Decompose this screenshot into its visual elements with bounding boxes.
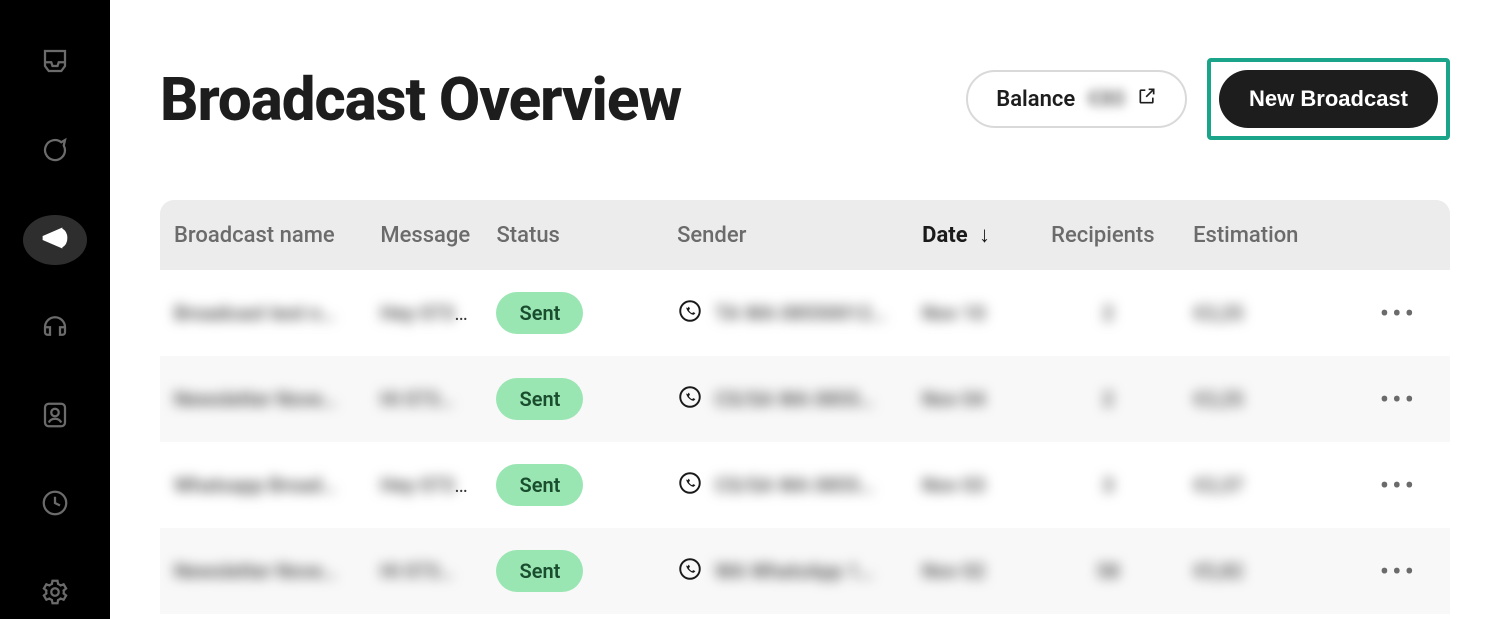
header-actions: Balance €80 New Broadcast	[966, 58, 1450, 140]
cell-sender: CS/SA WA 0855…	[663, 442, 908, 528]
new-broadcast-highlight: New Broadcast	[1207, 58, 1450, 140]
nav-settings[interactable]	[23, 569, 87, 619]
cell-date: Nov 03	[908, 442, 1037, 528]
sidebar	[0, 0, 110, 619]
whatsapp-icon	[677, 298, 703, 329]
headset-icon	[40, 311, 70, 345]
whatsapp-icon	[677, 384, 703, 415]
broadcast-icon	[40, 223, 70, 257]
table-row[interactable]: Newsletter Nove…Hi 073… Sent WA WhatsApp 1…	[160, 528, 1450, 614]
inbox-icon	[40, 46, 70, 80]
row-actions-button[interactable]: •••	[1347, 528, 1450, 614]
cell-sender: TA WA 08550012…	[663, 270, 908, 356]
nav-contacts[interactable]	[23, 392, 87, 442]
cell-estimation: €3,25	[1179, 356, 1347, 442]
col-date-label: Date	[922, 223, 967, 248]
cell-estimation: €5,82	[1179, 528, 1347, 614]
external-link-icon	[1137, 86, 1157, 112]
col-message[interactable]: Message	[366, 200, 482, 270]
balance-button[interactable]: Balance €80	[966, 70, 1187, 128]
cell-estimation: €3,25	[1179, 270, 1347, 356]
whatsapp-icon	[677, 556, 703, 587]
cell-broadcast-name: Newsletter Nove…	[160, 528, 366, 614]
cell-message: Hi 073…	[366, 356, 482, 442]
balance-value: €80	[1087, 87, 1125, 112]
table-header-row: Broadcast name Message Status Sender Dat…	[160, 200, 1450, 270]
new-broadcast-button[interactable]: New Broadcast	[1219, 70, 1438, 128]
col-sender[interactable]: Sender	[663, 200, 908, 270]
nav-inbox[interactable]	[23, 38, 87, 88]
col-estimation[interactable]: Estimation	[1179, 200, 1347, 270]
nav-chat[interactable]	[23, 126, 87, 176]
main-content: Broadcast Overview Balance €80 New Broad…	[110, 0, 1500, 619]
cell-recipients: 2	[1037, 270, 1179, 356]
cell-estimation: €3,37	[1179, 442, 1347, 528]
cell-sender: CS/SA WA 0855…	[663, 356, 908, 442]
cell-date: Nov 02	[908, 528, 1037, 614]
col-date[interactable]: Date ↓	[908, 200, 1037, 270]
cell-recipients: 3	[1037, 442, 1179, 528]
cell-date: Nov 04	[908, 356, 1037, 442]
table-row[interactable]: Whatsapp Broad…Hey 073… Sent CS/SA WA 0855…	[160, 442, 1450, 528]
cell-message: Hey 073…	[366, 270, 482, 356]
contacts-icon	[40, 400, 70, 434]
col-actions	[1347, 200, 1450, 270]
chat-icon	[40, 135, 70, 169]
cell-message: Hi 073…	[366, 528, 482, 614]
row-actions-button[interactable]: •••	[1347, 442, 1450, 528]
cell-recipients: 58	[1037, 528, 1179, 614]
page-title: Broadcast Overview	[160, 64, 681, 135]
nav-reports[interactable]	[23, 480, 87, 530]
table-row[interactable]: Broadcast test n…Hey 073… Sent TA WA 08550…	[160, 270, 1450, 356]
row-actions-button[interactable]: •••	[1347, 356, 1450, 442]
cell-status: Sent	[482, 442, 663, 528]
nav-support[interactable]	[23, 303, 87, 353]
col-recipients[interactable]: Recipients	[1037, 200, 1179, 270]
settings-icon	[40, 577, 70, 611]
col-broadcast-name[interactable]: Broadcast name	[160, 200, 366, 270]
balance-label: Balance	[996, 87, 1075, 112]
table-row[interactable]: Newsletter Nove…Hi 073… Sent CS/SA WA 0855…	[160, 356, 1450, 442]
col-status[interactable]: Status	[482, 200, 663, 270]
cell-date: Nov 10	[908, 270, 1037, 356]
cell-sender: WA WhatsApp 1…	[663, 528, 908, 614]
cell-broadcast-name: Broadcast test n…	[160, 270, 366, 356]
row-actions-button[interactable]: •••	[1347, 270, 1450, 356]
cell-broadcast-name: Whatsapp Broad…	[160, 442, 366, 528]
whatsapp-icon	[677, 470, 703, 501]
status-badge: Sent	[496, 378, 583, 420]
cell-status: Sent	[482, 270, 663, 356]
status-badge: Sent	[496, 292, 583, 334]
cell-status: Sent	[482, 356, 663, 442]
status-badge: Sent	[496, 464, 583, 506]
cell-status: Sent	[482, 528, 663, 614]
status-badge: Sent	[496, 550, 583, 592]
clock-icon	[40, 488, 70, 522]
broadcast-table-container: Broadcast name Message Status Sender Dat…	[160, 200, 1450, 619]
cell-message: Hey 073…	[366, 442, 482, 528]
broadcast-table: Broadcast name Message Status Sender Dat…	[160, 200, 1450, 614]
nav-broadcast[interactable]	[23, 215, 87, 265]
cell-recipients: 2	[1037, 356, 1179, 442]
page-header: Broadcast Overview Balance €80 New Broad…	[160, 58, 1450, 140]
sort-arrow-down-icon: ↓	[979, 222, 990, 248]
cell-broadcast-name: Newsletter Nove…	[160, 356, 366, 442]
